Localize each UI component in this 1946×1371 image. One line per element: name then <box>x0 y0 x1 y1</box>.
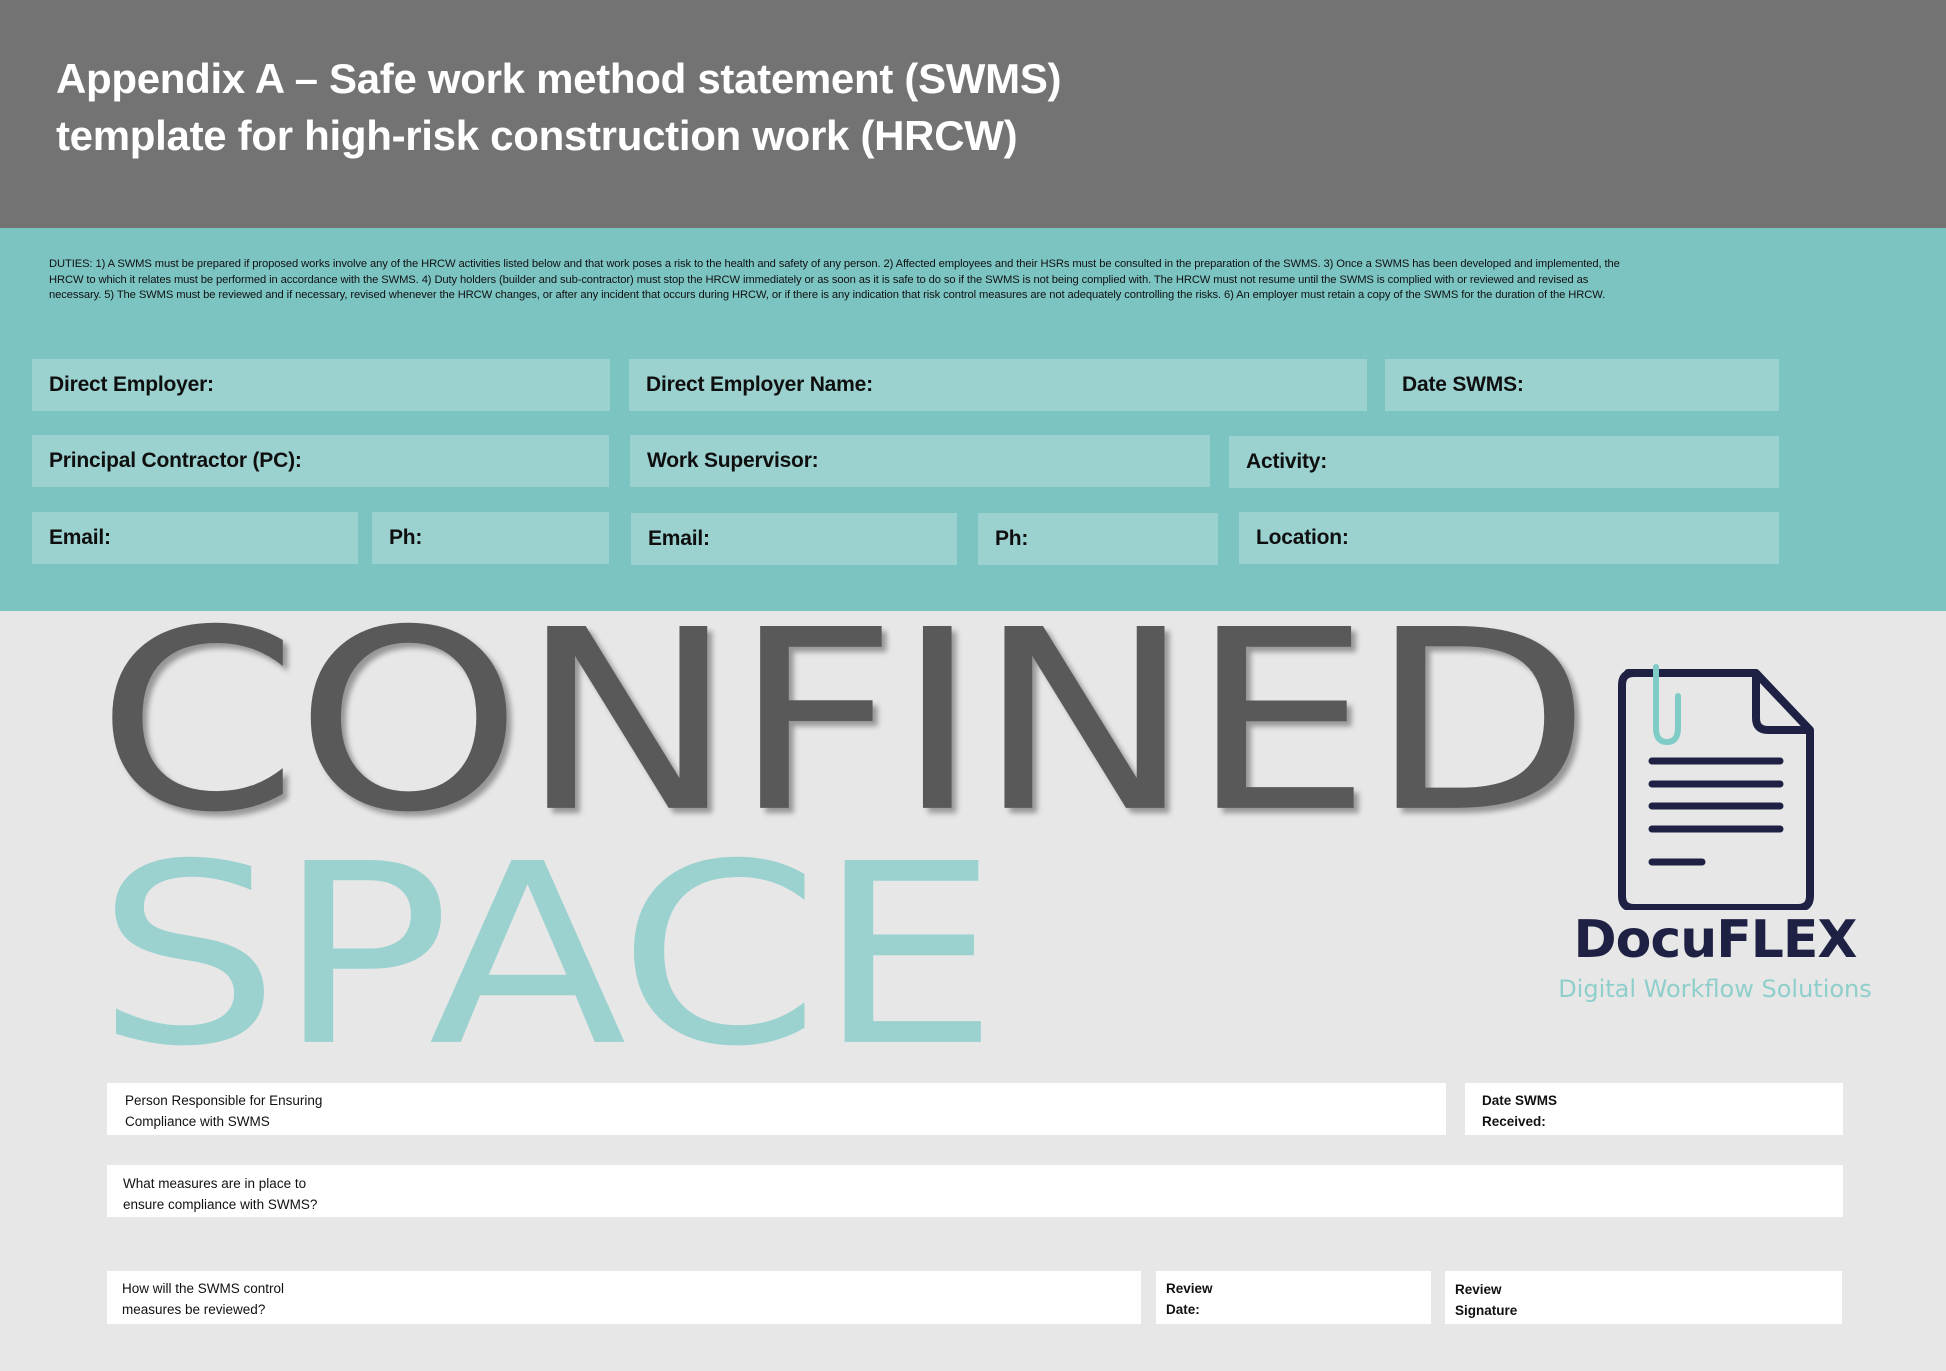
work-supervisor-field[interactable]: Work Supervisor: <box>630 435 1210 487</box>
direct-employer-name-label: Direct Employer Name: <box>646 373 873 396</box>
direct-employer-field[interactable]: Direct Employer: <box>32 359 610 411</box>
compliance-measures-label: What measures are in place to ensure com… <box>123 1173 383 1215</box>
pc-email-field[interactable]: Email: <box>32 512 358 564</box>
page-title-line1: Appendix A – Safe work method statement … <box>56 55 1062 102</box>
work-supervisor-label: Work Supervisor: <box>647 449 819 472</box>
activity-label: Activity: <box>1246 450 1328 473</box>
review-date-field[interactable]: Review Date: <box>1156 1271 1431 1324</box>
person-responsible-field[interactable]: Person Responsible for Ensuring Complian… <box>107 1083 1446 1135</box>
principal-contractor-label: Principal Contractor (PC): <box>49 449 302 472</box>
review-signature-field[interactable]: Review Signature <box>1445 1271 1842 1324</box>
direct-employer-label: Direct Employer: <box>49 373 214 396</box>
supervisor-email-label: Email: <box>648 527 710 550</box>
review-signature-label-line2: Signature <box>1455 1303 1518 1318</box>
duties-text: DUTIES: 1) A SWMS must be prepared if pr… <box>49 258 1620 301</box>
location-field[interactable]: Location: <box>1239 512 1779 564</box>
date-swms-field[interactable]: Date SWMS: <box>1385 359 1779 411</box>
review-date-label: Review Date: <box>1166 1278 1426 1320</box>
hero-title-space: SPACE <box>96 811 999 1102</box>
review-date-label-line1: Review <box>1166 1281 1213 1296</box>
compliance-measures-label-line2: ensure compliance with SWMS? <box>123 1197 318 1212</box>
date-received-label-line1: Date SWMS <box>1482 1093 1558 1108</box>
supervisor-email-field[interactable]: Email: <box>631 513 957 565</box>
supervisor-phone-field[interactable]: Ph: <box>978 513 1218 565</box>
hero-title-confined: CONFINED <box>96 577 1591 868</box>
pc-phone-field[interactable]: Ph: <box>372 512 609 564</box>
review-method-label-line1: How will the SWMS control <box>122 1281 285 1296</box>
review-method-field[interactable]: How will the SWMS control measures be re… <box>107 1271 1141 1324</box>
compliance-measures-field[interactable]: What measures are in place to ensure com… <box>107 1165 1843 1217</box>
document-with-paperclip-icon <box>1618 664 1814 910</box>
docuflex-logo: DocuFLEX Digital Workflow Solutions <box>1540 650 1946 1020</box>
date-received-field[interactable]: Date SWMS Received: <box>1465 1083 1843 1135</box>
date-swms-label: Date SWMS: <box>1402 373 1524 396</box>
page-title-line2: template for high-risk construction work… <box>56 112 1018 159</box>
review-method-label: How will the SWMS control measures be re… <box>122 1278 382 1320</box>
page-header: Appendix A – Safe work method statement … <box>0 0 1946 228</box>
date-received-label-line2: Received: <box>1482 1114 1546 1129</box>
direct-employer-name-field[interactable]: Direct Employer Name: <box>629 359 1367 411</box>
review-signature-label-line1: Review <box>1455 1282 1502 1297</box>
review-signature-label: Review Signature <box>1455 1279 1715 1321</box>
person-responsible-label-line2: Compliance with SWMS <box>125 1114 270 1129</box>
person-responsible-label: Person Responsible for Ensuring Complian… <box>125 1090 385 1132</box>
supervisor-phone-label: Ph: <box>995 527 1029 550</box>
review-method-label-line2: measures be reviewed? <box>122 1302 266 1317</box>
activity-field[interactable]: Activity: <box>1229 436 1779 488</box>
pc-phone-label: Ph: <box>389 526 423 549</box>
brand-tagline: Digital Workflow Solutions <box>1558 975 1872 1003</box>
person-responsible-label-line1: Person Responsible for Ensuring <box>125 1093 323 1108</box>
page-title: Appendix A – Safe work method statement … <box>56 50 1356 164</box>
principal-contractor-field[interactable]: Principal Contractor (PC): <box>32 435 609 487</box>
pc-email-label: Email: <box>49 526 111 549</box>
date-received-label: Date SWMS Received: <box>1482 1090 1742 1132</box>
brand-name: DocuFLEX <box>1573 910 1857 970</box>
location-label: Location: <box>1256 526 1349 549</box>
review-date-label-line2: Date: <box>1166 1302 1200 1317</box>
compliance-measures-label-line1: What measures are in place to <box>123 1176 307 1191</box>
